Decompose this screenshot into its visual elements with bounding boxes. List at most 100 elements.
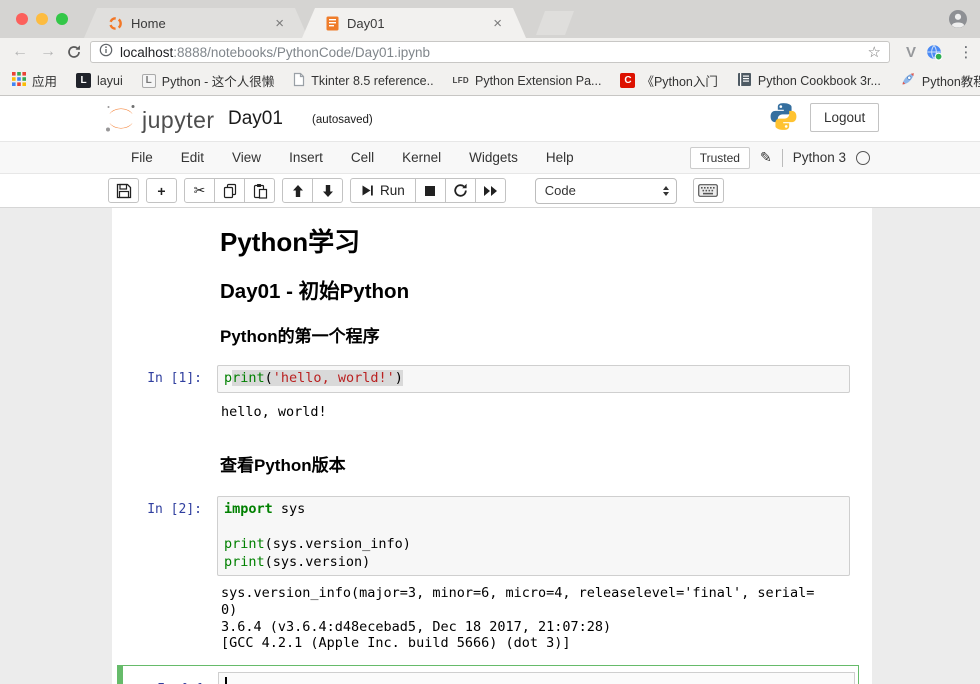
- bookmark-python-extension[interactable]: LFD Python Extension Pa...: [453, 74, 602, 88]
- bookmark-apps[interactable]: 应用: [12, 71, 57, 90]
- reload-button[interactable]: [62, 38, 86, 66]
- menu-insert[interactable]: Insert: [275, 150, 337, 165]
- markdown-heading-1: Python学习: [220, 222, 360, 259]
- bookmark-label: Python Extension Pa...: [475, 74, 601, 88]
- kernel-name: Python 3: [793, 150, 846, 165]
- extension-v-icon[interactable]: V: [898, 38, 924, 66]
- cut-cell-button[interactable]: ✂: [184, 178, 215, 203]
- stop-icon: [424, 185, 436, 197]
- site-info-icon[interactable]: [99, 43, 113, 62]
- paste-cell-button[interactable]: [244, 178, 275, 203]
- trusted-badge[interactable]: Trusted: [690, 147, 750, 169]
- notebook-scroll-area[interactable]: Python学习 Day01 - 初始Python Python的第一个程序 I…: [0, 208, 980, 684]
- window-controls: [16, 13, 68, 25]
- apps-grid-icon: [12, 72, 26, 89]
- code-input-area[interactable]: import sys print(sys.version_info) print…: [217, 496, 850, 576]
- run-label: Run: [380, 183, 405, 198]
- code-token: p: [224, 370, 232, 386]
- close-tab-icon[interactable]: ×: [493, 16, 502, 31]
- markdown-heading-2: Day01 - 初始Python: [220, 274, 409, 304]
- bookmark-python-intro[interactable]: C 《Python入门: [620, 71, 717, 90]
- page-icon: [293, 72, 305, 90]
- code-input-area[interactable]: print('hello, world!'): [217, 365, 850, 393]
- restart-icon: [453, 183, 468, 198]
- menu-kernel[interactable]: Kernel: [388, 150, 455, 165]
- add-cell-button[interactable]: +: [146, 178, 177, 203]
- bookmark-python-tutorial[interactable]: Python教程: [900, 71, 980, 90]
- save-button[interactable]: [108, 178, 139, 203]
- zoom-window-button[interactable]: [56, 13, 68, 25]
- code-token: rint: [232, 370, 265, 386]
- restart-kernel-button[interactable]: [445, 178, 476, 203]
- code-token: (sys.version): [265, 554, 371, 570]
- logout-button[interactable]: Logout: [810, 103, 879, 132]
- code-input-area[interactable]: [218, 672, 855, 684]
- move-cell-down-button[interactable]: [312, 178, 343, 203]
- empty-code-line: [224, 519, 843, 537]
- minimize-window-button[interactable]: [36, 13, 48, 25]
- forward-button[interactable]: →: [36, 38, 60, 66]
- bookmark-layui[interactable]: L layui: [76, 73, 123, 88]
- bookmark-star-icon[interactable]: ☆: [868, 43, 881, 61]
- code-token: (: [265, 370, 273, 386]
- code-token: print: [224, 554, 265, 570]
- tab-home[interactable]: Home ×: [84, 8, 308, 38]
- jupyter-ring-icon: [108, 16, 123, 31]
- paste-icon: [252, 183, 268, 199]
- markdown-heading-3: 查看Python版本: [220, 451, 346, 476]
- interrupt-kernel-button[interactable]: [415, 178, 446, 203]
- keyboard-icon: [698, 184, 718, 197]
- run-icon: [361, 184, 374, 197]
- bookmark-tkinter[interactable]: Tkinter 8.5 reference..: [293, 72, 433, 90]
- letter-l-icon: L: [142, 74, 156, 88]
- jupyter-wordmark: jupyter: [142, 109, 215, 135]
- code-token: print: [224, 536, 265, 552]
- cell-type-dropdown[interactable]: Code: [535, 178, 677, 204]
- output-line: sys.version_info(major=3, minor=6, micro…: [221, 585, 814, 602]
- markdown-heading-3: Python的第一个程序: [220, 322, 380, 347]
- run-cell-button[interactable]: Run: [350, 178, 416, 203]
- translate-globe-icon[interactable]: [926, 44, 943, 66]
- bookmark-python-cookbook[interactable]: Python Cookbook 3r...: [737, 72, 881, 90]
- divider: [782, 149, 783, 167]
- cell-type-value: Code: [545, 183, 576, 198]
- browser-menu-icon[interactable]: ⋮: [954, 38, 978, 66]
- profile-avatar-icon[interactable]: [948, 9, 968, 34]
- copy-cell-button[interactable]: [214, 178, 245, 203]
- notebook-container: Python学习 Day01 - 初始Python Python的第一个程序 I…: [112, 208, 872, 684]
- url-path: :8888/notebooks/PythonCode/Day01.ipynb: [173, 45, 430, 60]
- layui-icon: L: [76, 73, 91, 88]
- code-token: sys: [273, 501, 306, 517]
- save-icon: [116, 183, 132, 199]
- restart-run-all-button[interactable]: [475, 178, 506, 203]
- browser-tab-strip: Home × Day01 ×: [0, 0, 980, 38]
- bookmark-label: Tkinter 8.5 reference..: [311, 74, 433, 88]
- output-line: [GCC 4.2.1 (Apple Inc. build 5666) (dot …: [221, 635, 814, 652]
- arrow-up-icon: [291, 184, 305, 198]
- menu-help[interactable]: Help: [532, 150, 588, 165]
- code-token: import: [224, 501, 273, 517]
- address-bar[interactable]: localhost:8888/notebooks/PythonCode/Day0…: [90, 41, 890, 63]
- jupyter-logo-icon: [103, 102, 139, 135]
- jupyter-logo[interactable]: jupyter: [103, 102, 215, 135]
- tab-day01[interactable]: Day01 ×: [302, 8, 526, 38]
- lfd-icon: LFD: [453, 76, 469, 85]
- url-text: localhost:8888/notebooks/PythonCode/Day0…: [120, 45, 868, 60]
- close-tab-icon[interactable]: ×: [275, 16, 284, 31]
- close-window-button[interactable]: [16, 13, 28, 25]
- menu-widgets[interactable]: Widgets: [455, 150, 532, 165]
- move-cell-up-button[interactable]: [282, 178, 313, 203]
- code-cell-3-selected[interactable]: In [ ]:: [117, 665, 859, 684]
- back-button[interactable]: ←: [8, 38, 32, 66]
- jupyter-toolbar: + ✂ Run Code: [0, 174, 980, 208]
- notebook-title[interactable]: Day01: [228, 108, 283, 130]
- new-tab-button[interactable]: [536, 11, 574, 35]
- menu-view[interactable]: View: [218, 150, 275, 165]
- menu-file[interactable]: File: [117, 150, 167, 165]
- bookmark-python-blog[interactable]: L Python - 这个人很懒: [142, 71, 275, 90]
- menu-cell[interactable]: Cell: [337, 150, 388, 165]
- menu-edit[interactable]: Edit: [167, 150, 218, 165]
- bookmark-label: 《Python入门: [641, 71, 717, 90]
- command-palette-button[interactable]: [693, 178, 724, 203]
- fast-forward-icon: [483, 185, 498, 197]
